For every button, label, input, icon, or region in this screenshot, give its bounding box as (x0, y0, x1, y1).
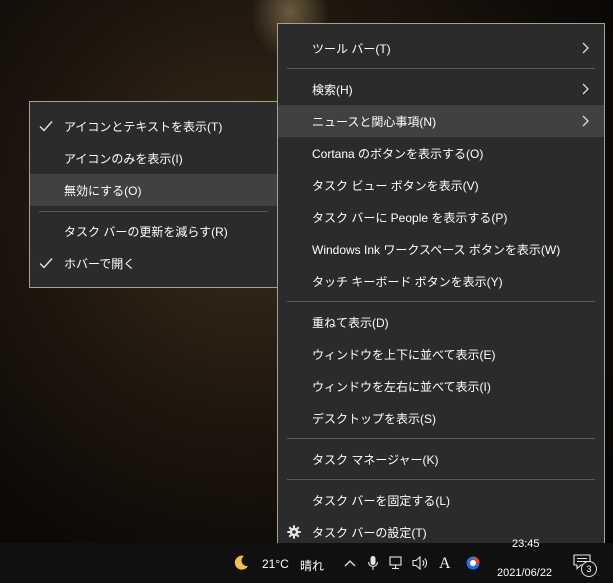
checkmark-icon (39, 121, 53, 132)
menu-item-label: ニュースと関心事項(N) (312, 114, 437, 129)
submenu-item-show-icon-and-text[interactable]: アイコンとテキストを表示(T) (30, 110, 277, 142)
menu-item-label: Windows Ink ワークスペース ボタンを表示(W) (312, 242, 561, 257)
chevron-right-icon (582, 115, 589, 127)
menu-item-lock-taskbar[interactable]: タスク バーを固定する(L) (278, 484, 604, 516)
menu-item-label: タスク バーを固定する(L) (312, 493, 451, 508)
menu-item-label: デスクトップを表示(S) (312, 411, 436, 426)
submenu-item-reduce-taskbar-updates[interactable]: タスク バーの更新を減らす(R) (30, 215, 277, 247)
menu-item-task-manager[interactable]: タスク マネージャー(K) (278, 443, 604, 475)
weather-temperature: 21°C (262, 557, 289, 571)
submenu-item-turn-off[interactable]: 無効にする(O) (30, 174, 277, 206)
menu-item-show-people[interactable]: タスク バーに People を表示する(P) (278, 201, 604, 233)
menu-item-label: タスク バーの設定(T) (312, 525, 427, 540)
submenu-item-label: 無効にする(O) (64, 183, 142, 198)
menu-item-news-and-interests[interactable]: ニュースと関心事項(N) (278, 105, 604, 137)
menu-item-label: ツール バー(T) (312, 41, 391, 56)
menu-item-cascade-windows[interactable]: 重ねて表示(D) (278, 306, 604, 338)
microphone-icon[interactable] (367, 555, 379, 571)
weather-widget[interactable]: 21°C 晴れ (230, 553, 330, 575)
volume-icon[interactable] (412, 555, 430, 571)
network-icon[interactable] (389, 555, 405, 571)
menu-separator (287, 301, 595, 302)
submenu-item-label: アイコンとテキストを表示(T) (64, 119, 223, 134)
menu-item-side-by-side-windows[interactable]: ウィンドウを左右に並べて表示(I) (278, 370, 604, 402)
clock-time[interactable]: 23:45 (512, 538, 540, 550)
checkmark-icon (39, 258, 53, 269)
menu-item-label: 検索(H) (312, 82, 353, 97)
menu-item-toolbars[interactable]: ツール バー(T) (278, 32, 604, 64)
submenu-item-label: アイコンのみを表示(I) (64, 151, 183, 166)
menu-item-label: ウィンドウを左右に並べて表示(I) (312, 379, 491, 394)
submenu-item-open-on-hover[interactable]: ホバーで開く (30, 247, 277, 279)
menu-separator (287, 68, 595, 69)
menu-item-stack-windows[interactable]: ウィンドウを上下に並べて表示(E) (278, 338, 604, 370)
taskbar: 21°C 晴れ A 23:45 2021/06/22 3 (0, 538, 613, 583)
menu-item-label: 重ねて表示(D) (312, 315, 389, 330)
app-tray-icon[interactable] (465, 555, 481, 571)
menu-item-label: タスク ビュー ボタンを表示(V) (312, 178, 479, 193)
ime-indicator[interactable]: A (439, 555, 451, 573)
menu-separator (287, 438, 595, 439)
taskbar-context-menu: ツール バー(T) 検索(H) ニュースと関心事項(N) Cortana のボタ… (277, 23, 605, 553)
weather-condition: 晴れ (300, 559, 325, 573)
menu-separator (287, 479, 595, 480)
menu-item-show-touch-keyboard[interactable]: タッチ キーボード ボタンを表示(Y) (278, 265, 604, 297)
moon-icon (234, 555, 248, 570)
notification-center-button[interactable]: 3 (572, 551, 602, 581)
notification-count-badge: 3 (581, 561, 597, 577)
clock-date[interactable]: 2021/06/22 (497, 567, 552, 579)
gear-icon (287, 525, 301, 539)
chevron-right-icon (582, 83, 589, 95)
menu-item-search[interactable]: 検索(H) (278, 73, 604, 105)
menu-item-label: ウィンドウを上下に並べて表示(E) (312, 347, 496, 362)
menu-item-label: タスク マネージャー(K) (312, 452, 439, 467)
menu-item-label: Cortana のボタンを表示する(O) (312, 146, 484, 161)
menu-item-show-cortana-button[interactable]: Cortana のボタンを表示する(O) (278, 137, 604, 169)
news-interests-submenu: アイコンとテキストを表示(T) アイコンのみを表示(I) 無効にする(O) タス… (29, 101, 278, 288)
menu-item-label: タスク バーに People を表示する(P) (312, 210, 508, 225)
submenu-item-label: タスク バーの更新を減らす(R) (64, 224, 228, 239)
menu-separator (39, 211, 268, 212)
menu-item-label: タッチ キーボード ボタンを表示(Y) (312, 274, 503, 289)
submenu-item-show-icon-only[interactable]: アイコンのみを表示(I) (30, 142, 277, 174)
chevron-right-icon (582, 42, 589, 54)
menu-item-show-desktop[interactable]: デスクトップを表示(S) (278, 402, 604, 434)
menu-item-show-task-view-button[interactable]: タスク ビュー ボタンを表示(V) (278, 169, 604, 201)
menu-item-show-windows-ink[interactable]: Windows Ink ワークスペース ボタンを表示(W) (278, 233, 604, 265)
submenu-item-label: ホバーで開く (64, 256, 136, 271)
chevron-up-icon[interactable] (344, 558, 356, 570)
